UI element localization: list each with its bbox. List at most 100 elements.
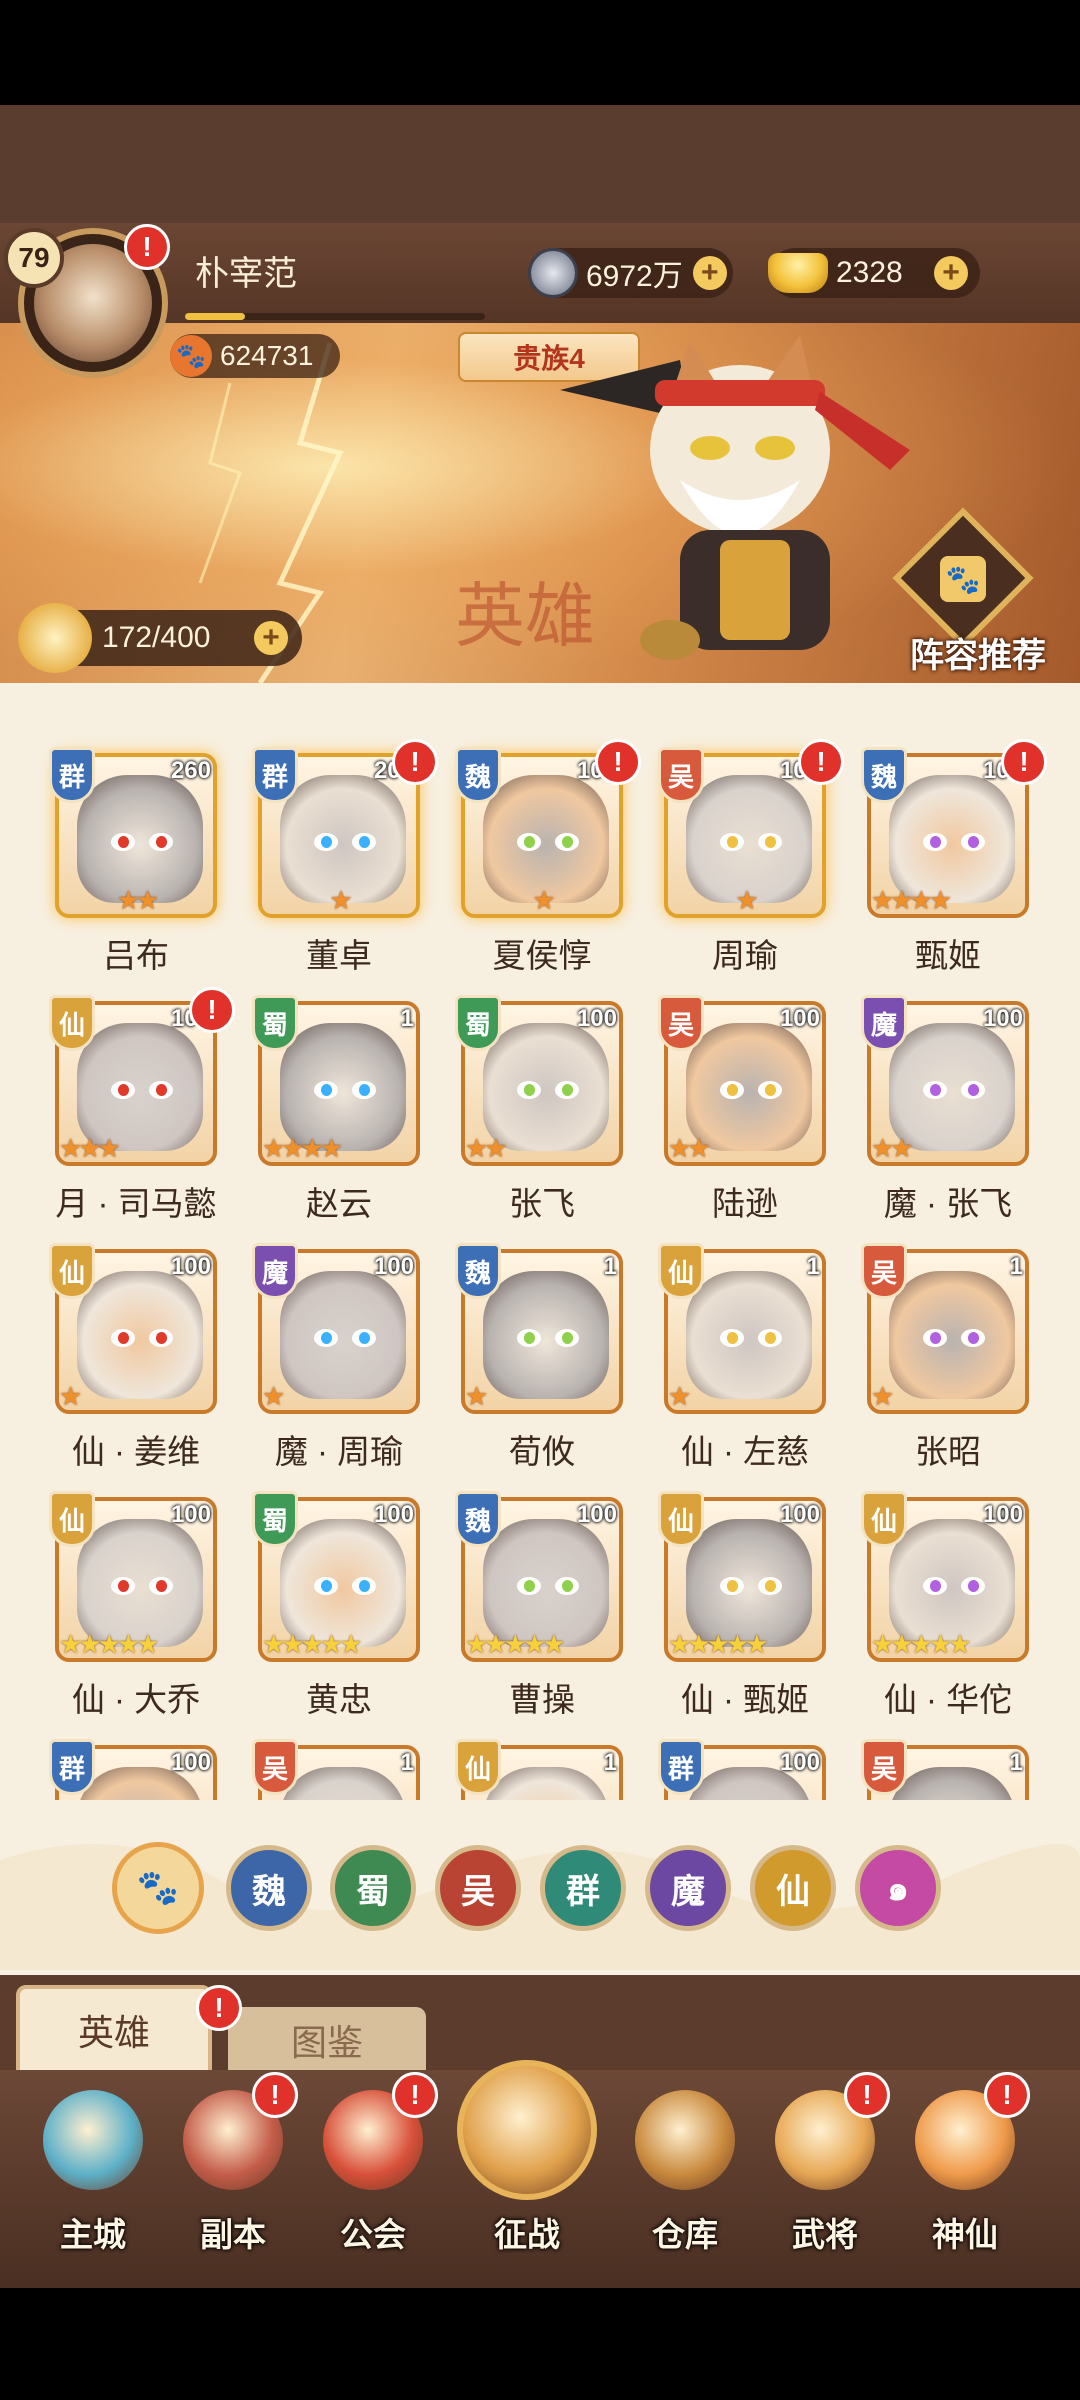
faction-badge: 魔 xyxy=(252,1243,298,1299)
faction-badge: 群 xyxy=(658,1739,704,1795)
player-level-badge: 79 xyxy=(4,228,64,288)
coin-amount: 6972万 xyxy=(586,260,683,293)
hero-card[interactable]: 魔 100 ★★ 魔 · 张飞 xyxy=(861,995,1029,1222)
hero-alert-icon: ! xyxy=(189,987,235,1033)
hero-card[interactable]: 群 100 xyxy=(49,1739,217,1800)
nav-castle-button[interactable]: 主城 xyxy=(28,2070,158,2280)
hero-star-rating: ★★★★★ xyxy=(262,1629,363,1659)
filter-faction-button[interactable]: 魏 xyxy=(226,1845,312,1931)
hero-card[interactable]: 吴 100 ★★ 陆逊 xyxy=(658,995,826,1222)
xp-fill xyxy=(185,313,245,320)
faction-badge: 魏 xyxy=(861,747,907,803)
hero-card[interactable]: 魏101★!夏侯惇 xyxy=(455,739,641,974)
hero-card[interactable]: 仙 1 ★ 仙 · 左慈 xyxy=(658,1243,826,1470)
hero-name: 张昭 xyxy=(915,1433,981,1470)
hero-card[interactable]: 吴100★!周瑜 xyxy=(658,739,844,974)
nav-label: 主城 xyxy=(60,2216,126,2253)
tab-bar: 英雄 图鉴 ! xyxy=(0,1975,1080,2075)
right-eye xyxy=(758,1577,782,1595)
xp-bar xyxy=(185,313,485,320)
left-eye xyxy=(111,1081,135,1099)
hero-cat-face xyxy=(280,1519,406,1647)
right-eye xyxy=(149,833,173,851)
hero-star-rating: ★★★★★ xyxy=(871,1629,972,1659)
nav-battle-emblem-button[interactable]: 征战 xyxy=(457,2060,597,2280)
left-eye xyxy=(720,833,744,851)
hero-name: 张飞 xyxy=(509,1185,575,1222)
right-eye xyxy=(149,1081,173,1099)
hero-card[interactable]: 群201★!董卓 xyxy=(252,739,438,974)
left-eye xyxy=(314,1081,338,1099)
filter-faction-button[interactable]: 蜀 xyxy=(330,1845,416,1931)
right-eye xyxy=(352,833,376,851)
hero-card[interactable]: 蜀 100 ★★★★★ 黄忠 xyxy=(252,1491,420,1718)
hero-card[interactable]: 仙 100 ★★★★★ 仙 · 大乔 xyxy=(49,1491,217,1718)
hero-card[interactable]: 仙1 xyxy=(455,1739,623,1800)
player-name: 朴宰范 xyxy=(195,255,297,293)
filter-faction-button[interactable]: 魔 xyxy=(645,1845,731,1931)
hero-star-rating: ★ xyxy=(668,1381,691,1411)
hero-star-rating: ★ xyxy=(735,885,758,915)
hero-star-rating: ★★ xyxy=(668,1133,711,1163)
faction-badge: 仙 xyxy=(49,1243,95,1299)
left-eye xyxy=(720,1577,744,1595)
hero-card[interactable]: 仙 100 ★★★★★ 仙 · 甄姬 xyxy=(658,1491,826,1718)
hero-cat-face xyxy=(483,1519,609,1647)
ingot-add-button[interactable]: + xyxy=(934,256,968,290)
right-eye xyxy=(555,1081,579,1099)
nav-flag-button[interactable]: 公会! xyxy=(308,2070,438,2280)
hero-card[interactable]: 吴1 xyxy=(252,1739,420,1800)
tab-codex[interactable]: 图鉴 xyxy=(228,2007,426,2073)
hero-cat-face xyxy=(77,1271,203,1399)
hero-name: 仙 · 甄姬 xyxy=(680,1681,810,1718)
hero-name: 仙 · 华佗 xyxy=(883,1681,1013,1718)
hero-name: 仙 · 姜维 xyxy=(71,1433,201,1470)
stamina-add-button[interactable]: + xyxy=(254,621,288,655)
left-eye xyxy=(111,833,135,851)
hero-card[interactable]: 仙100★★★!月 · 司马懿 xyxy=(49,987,235,1222)
hero-cat-face xyxy=(483,775,609,903)
filter-faction-button[interactable]: 吴 xyxy=(435,1845,521,1931)
filter-spiral-icon[interactable]: ๑ xyxy=(855,1845,941,1931)
nav-bag-button[interactable]: 仓库 xyxy=(620,2070,750,2280)
ingot-currency[interactable]: 2328 + xyxy=(768,248,980,298)
hero-name: 赵云 xyxy=(306,1185,372,1222)
hero-card[interactable]: 群 260 ★★ 吕布 xyxy=(49,747,217,974)
faction-badge: 蜀 xyxy=(252,995,298,1051)
hero-card[interactable]: 群 100 xyxy=(658,1739,826,1800)
hero-cat-face xyxy=(280,1023,406,1151)
hero-card[interactable]: 吴1 xyxy=(861,1739,1029,1800)
hero-card[interactable]: 仙 100 ★ 仙 · 姜维 xyxy=(49,1243,217,1470)
hero-shard-count: 1 xyxy=(603,1749,617,1776)
hero-card[interactable]: 魏 100 ★★★★★ 曹操 xyxy=(455,1491,623,1718)
hero-card[interactable]: 魔 100 ★ 魔 · 周瑜 xyxy=(252,1243,420,1470)
coin-add-button[interactable]: + xyxy=(692,256,727,290)
hero-star-rating: ★ xyxy=(465,1381,488,1411)
hero-cat-face xyxy=(280,775,406,903)
nav-cat-deity-button[interactable]: 神仙! xyxy=(900,2070,1030,2280)
right-eye xyxy=(961,1329,985,1347)
hero-name: 周瑜 xyxy=(712,937,778,974)
filter-paw-icon[interactable]: 🐾 xyxy=(112,1842,204,1934)
hero-card[interactable]: 魏100★★★★!甄姬 xyxy=(861,739,1047,974)
lineup-recommend-button[interactable]: 🐾 阵容推荐 xyxy=(892,507,1065,678)
nav-cat-general-button[interactable]: 武将! xyxy=(760,2070,890,2280)
hero-name: 荀攸 xyxy=(509,1433,575,1470)
hero-shard-count: 100 xyxy=(982,1501,1023,1528)
hero-name: 魔 · 张飞 xyxy=(883,1185,1013,1222)
nav-sword-button[interactable]: 副本! xyxy=(168,2070,298,2280)
hero-card[interactable]: 蜀 1 ★★★★ 赵云 xyxy=(252,995,420,1222)
hero-card[interactable]: 仙 100 ★★★★★ 仙 · 华佗 xyxy=(861,1491,1029,1718)
faction-badge: 魏 xyxy=(455,1491,501,1547)
hero-card[interactable]: 蜀 100 ★★ 张飞 xyxy=(455,995,623,1222)
stamina-counter[interactable]: 172/400 + xyxy=(18,603,302,673)
nav-label: 神仙 xyxy=(932,2216,998,2253)
filter-faction-button[interactable]: 仙 xyxy=(750,1845,836,1931)
filter-faction-button[interactable]: 群 xyxy=(540,1845,626,1931)
hero-grid: 群260★★吕布群201★!董卓魏101★!夏侯惇吴100★!周瑜魏100★★★… xyxy=(0,683,1080,1800)
hero-card[interactable]: 吴 1 ★ 张昭 xyxy=(861,1243,1029,1470)
right-eye xyxy=(555,833,579,851)
coin-currency[interactable]: 6972万 + xyxy=(528,248,733,298)
tab-heroes[interactable]: 英雄 xyxy=(16,1985,212,2075)
hero-card[interactable]: 魏 1 ★ 荀攸 xyxy=(455,1243,623,1470)
